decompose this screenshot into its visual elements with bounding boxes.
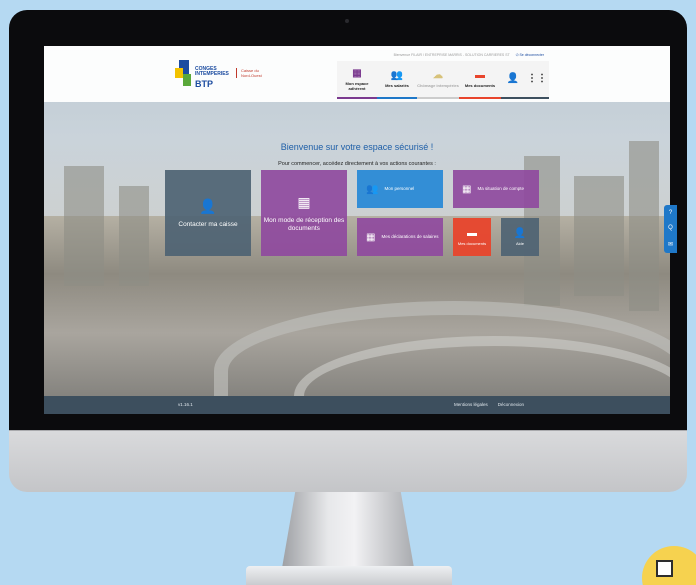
deconnexion-link[interactable]: Déconnexion bbox=[498, 402, 524, 407]
building-icon: ▦ bbox=[366, 231, 376, 243]
nav-item-label: Mes documents bbox=[464, 83, 496, 88]
nav-item-chomage[interactable]: ☁ Chômage intempéries bbox=[417, 61, 459, 99]
tile-situation-compte[interactable]: ▦ Ma situation de compte bbox=[453, 170, 539, 208]
tile-label: Mes documents bbox=[457, 241, 487, 246]
cibtp-logo[interactable]: CONGES INTEMPERIES BTP bbox=[175, 60, 243, 92]
tile-contacter-caisse[interactable]: 👤 Contacter ma caisse bbox=[165, 170, 251, 256]
monitor-stand bbox=[282, 492, 414, 568]
folder-icon: ▬ bbox=[467, 228, 477, 239]
faq-icon[interactable]: Q bbox=[668, 225, 673, 231]
site-footer: v1.16.1 Mentions légales Déconnexion bbox=[44, 396, 670, 414]
tile-label: Mon personnel bbox=[384, 186, 415, 191]
tile-label: Contacter ma caisse bbox=[178, 220, 238, 228]
tile-mes-documents[interactable]: ▬ Mes documents bbox=[453, 218, 491, 256]
chat-icon bbox=[656, 560, 673, 577]
logout-label: Se déconnecter bbox=[519, 52, 544, 57]
mail-icon[interactable]: ✉ bbox=[668, 241, 673, 248]
tile-mon-personnel[interactable]: 👥 Mon personnel bbox=[357, 170, 443, 208]
monitor-chin bbox=[9, 430, 687, 492]
help-circle-icon[interactable]: ? bbox=[669, 210, 672, 216]
mentions-legales-link[interactable]: Mentions légales bbox=[454, 402, 488, 407]
site-header: CONGES INTEMPERIES BTP Caisse du Nord-Oue… bbox=[44, 46, 670, 102]
main-nav: ▦ Mon espace adhérent 👥 Mes salariés ☁ C… bbox=[337, 61, 549, 99]
grid-menu-icon: ⋮⋮ bbox=[527, 72, 547, 84]
nav-item-espace-adherent[interactable]: ▦ Mon espace adhérent bbox=[337, 61, 377, 99]
nav-item-salaries[interactable]: 👥 Mes salariés bbox=[377, 61, 417, 99]
version-label: v1.16.1 bbox=[178, 402, 193, 407]
tile-label: Ma situation de compte bbox=[477, 186, 524, 191]
help-user-icon: 👤 bbox=[513, 228, 527, 239]
tile-label: Aide bbox=[515, 241, 524, 246]
user-topbar: Bienvenue FILAIR / ENTREPRISE MARRIS - S… bbox=[350, 50, 544, 59]
logo-brand: BTP bbox=[195, 79, 213, 89]
welcome-title: Bienvenue sur votre espace sécurisé ! bbox=[280, 142, 434, 152]
screen: CONGES INTEMPERIES BTP Caisse du Nord-Oue… bbox=[44, 46, 670, 414]
tile-label: Mes déclarations de salaires bbox=[381, 234, 439, 239]
tile-aide[interactable]: 👤 Aide bbox=[501, 218, 539, 256]
logout-link[interactable]: ⏻ Se déconnecter bbox=[516, 53, 544, 57]
tile-mode-reception[interactable]: ▦ Mon mode de réception des documents bbox=[261, 170, 347, 256]
building-icon: ▦ bbox=[297, 193, 311, 210]
nav-item-documents[interactable]: ▬ Mes documents bbox=[459, 61, 501, 99]
caisse-label: Caisse du Nord-Ouest bbox=[236, 68, 266, 78]
nav-item-label: Mon espace adhérent bbox=[345, 80, 369, 91]
nav-item-label: Mes salariés bbox=[385, 83, 409, 88]
nav-item-help[interactable]: 👤 bbox=[501, 61, 525, 99]
tile-label: Mon mode de réception des documents bbox=[263, 216, 345, 232]
chat-button[interactable] bbox=[642, 546, 696, 585]
folder-icon: ▬ bbox=[475, 70, 485, 81]
logo-line2: INTEMPERIES bbox=[195, 71, 229, 77]
employees-icon: 👥 bbox=[390, 70, 404, 81]
camera-icon bbox=[345, 19, 349, 23]
user-greeting: Bienvenue FILAIR / ENTREPRISE MARRIS - S… bbox=[393, 52, 510, 57]
help-user-icon: 👤 bbox=[506, 72, 520, 84]
building-icon: ▦ bbox=[462, 183, 472, 195]
nav-item-apps[interactable]: ⋮⋮ bbox=[525, 61, 549, 99]
weather-icon: ☁ bbox=[433, 70, 443, 81]
nav-item-label: Chômage intempéries bbox=[417, 83, 459, 88]
side-dock: ? Q ✉ bbox=[664, 205, 677, 253]
monitor-base bbox=[246, 566, 452, 585]
welcome-subtitle: Pour commencer, accédez directement à vo… bbox=[278, 161, 436, 167]
tile-declarations-salaires[interactable]: ▦ Mes déclarations de salaires bbox=[357, 218, 443, 256]
help-user-icon: 👤 bbox=[199, 197, 217, 214]
building-icon: ▦ bbox=[352, 67, 362, 79]
employees-icon: 👥 bbox=[366, 183, 379, 195]
